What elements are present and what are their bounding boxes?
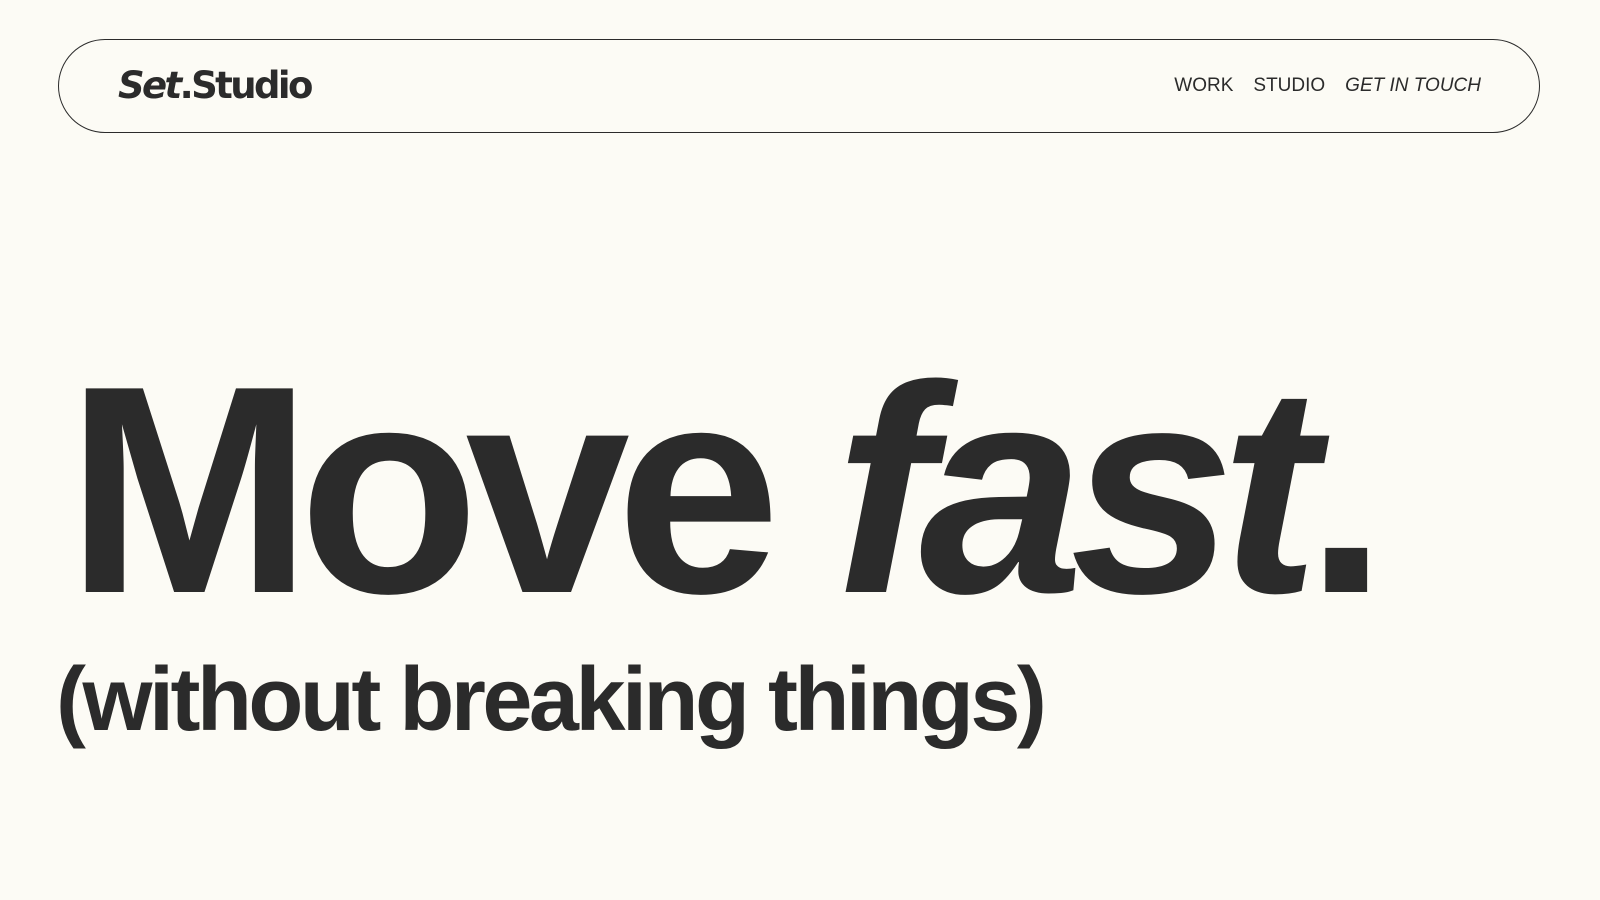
hero-subheading: (without breaking things) xyxy=(56,650,1047,750)
main-nav: WORK STUDIO GET IN TOUCH xyxy=(1174,72,1481,100)
logo-part-set: Set xyxy=(118,64,182,107)
nav-link-work[interactable]: WORK xyxy=(1174,75,1233,97)
nav-link-studio[interactable]: STUDIO xyxy=(1253,75,1325,97)
logo-part-studio: .Studio xyxy=(179,64,314,107)
site-logo[interactable]: Set.Studio xyxy=(118,64,314,108)
nav-link-get-in-touch[interactable]: GET IN TOUCH xyxy=(1345,75,1481,97)
hero-heading-italic: fast xyxy=(834,324,1319,655)
hero-heading-period: . xyxy=(1305,324,1387,655)
hero-heading-regular: Move xyxy=(66,324,835,655)
hero-heading: Move fast. xyxy=(66,342,1388,638)
site-header: Set.Studio WORK STUDIO GET IN TOUCH xyxy=(58,39,1540,133)
